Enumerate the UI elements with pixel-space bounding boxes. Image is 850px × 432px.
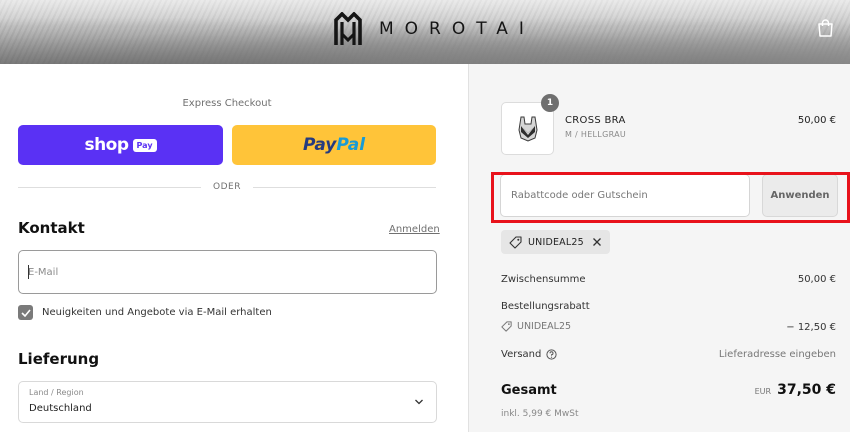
shop-pay-wordmark: shop [84,135,129,155]
remove-discount-button[interactable] [592,237,602,247]
order-discount-label: Bestellungsrabatt [501,301,590,312]
close-icon [592,238,601,246]
order-summary: 1 CROSS BRA M / HELLGRAU 50,00 € Anwende… [468,64,850,432]
newsletter-option[interactable]: Neuigkeiten und Angebote via E-Mail erha… [18,305,272,320]
express-checkout-label: Express Checkout [182,98,272,109]
shipping-value: Lieferadresse eingeben [718,349,836,360]
shopping-bag-icon[interactable] [817,19,834,37]
total-amount: EUR 37,50 € [755,382,836,398]
product-name: CROSS BRA [565,115,626,126]
total-label: Gesamt [501,383,557,398]
email-field[interactable] [18,250,437,294]
total-currency: EUR [754,387,772,396]
applied-discount-tag: UNIDEAL25 [501,230,610,254]
contact-heading: Kontakt [18,219,85,237]
product-variant: M / HELLGRAU [565,130,627,139]
brand-logo[interactable]: MOROTAI [333,12,535,46]
newsletter-label: Neuigkeiten und Angebote via E-Mail erha… [42,307,272,318]
shipping-row-label: Versand [501,349,557,360]
discount-line: UNIDEAL25 [501,321,571,332]
shipping-help-icon[interactable] [546,349,557,360]
product-price: 50,00 € [797,115,836,126]
checkmark-icon [20,308,31,317]
paypal-wordmark-pal: Pal [336,135,366,155]
subtotal-value: 50,00 € [797,274,836,285]
delivery-heading: Lieferung [18,350,100,368]
tag-icon [509,235,522,249]
brand-name: MOROTAI [379,19,535,39]
annotation-highlight-box [491,172,850,223]
applied-discount-code: UNIDEAL25 [528,236,584,248]
quantity-badge: 1 [541,94,559,112]
header-banner: MOROTAI [0,0,850,64]
bra-product-image [517,116,538,142]
tax-note: inkl. 5,99 € MwSt [501,409,579,419]
text-caret [28,265,29,279]
country-select[interactable]: Land / Region Deutschland [18,381,437,423]
or-divider: ODER [18,181,436,193]
email-input[interactable] [19,251,436,293]
divider-line [252,186,436,188]
checkout-form: Express Checkout shop Pay Pay Pal ODER Ko… [0,64,468,432]
login-link[interactable]: Anmelden [389,224,440,235]
paypal-wordmark-pay: Pay [302,135,337,155]
subtotal-label: Zwischensumme [501,274,586,285]
shop-pay-button[interactable]: shop Pay [18,125,223,165]
country-select-value: Deutschland [29,403,92,414]
discount-line-code: UNIDEAL25 [517,321,572,332]
chevron-down-icon [415,399,423,405]
shipping-label: Versand [501,349,542,360]
morotai-logo-icon [334,12,362,45]
country-select-label: Land / Region [29,388,84,397]
shop-pay-badge: Pay [132,138,157,152]
discount-value: − 12,50 € [786,322,836,333]
or-divider-label: ODER [213,182,241,192]
total-value: 37,50 € [777,382,836,398]
divider-line [18,186,202,188]
paypal-button[interactable]: Pay Pal [232,125,436,165]
tag-icon [501,321,512,332]
newsletter-checkbox[interactable] [18,305,33,320]
